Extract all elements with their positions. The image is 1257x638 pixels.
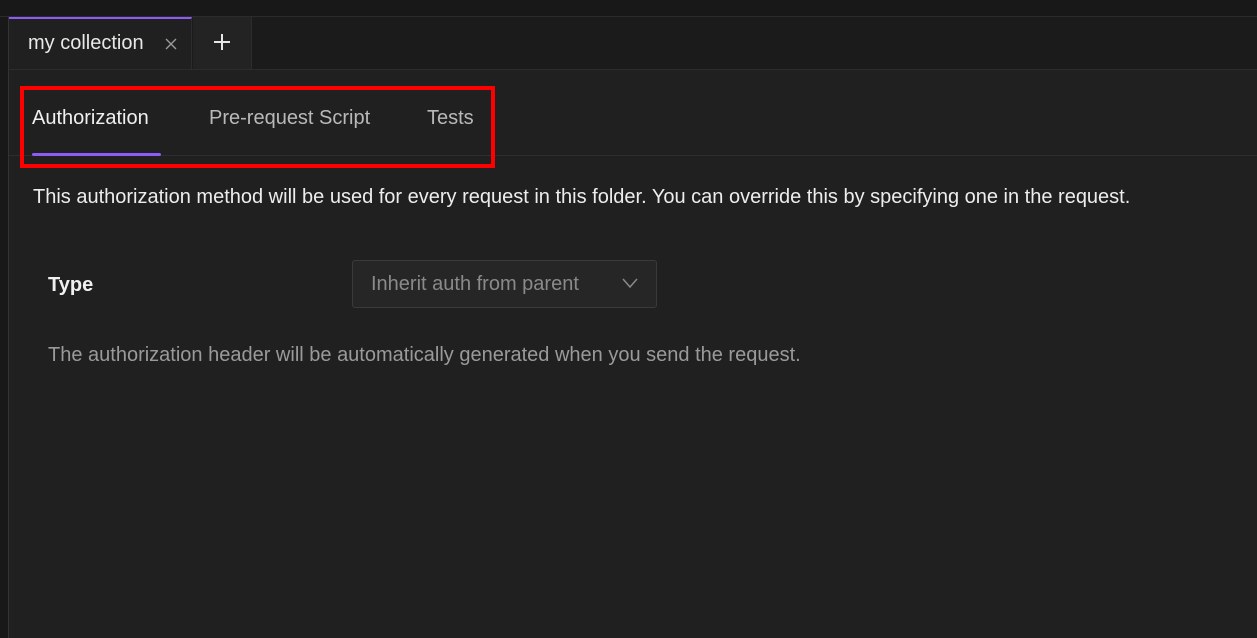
close-icon[interactable] [163,36,179,52]
app-window: my collection Authorization Pre-request … [0,0,1257,638]
auth-type-value: Inherit auth from parent [371,273,579,295]
settings-tabs: Authorization Pre-request Script Tests [9,70,1257,156]
chevron-down-icon [622,278,638,289]
tab-tests[interactable]: Tests [427,107,474,130]
new-tab-button[interactable] [193,17,252,69]
auth-info-text: This authorization method will be used f… [33,186,1131,208]
tab-label: my collection [28,32,144,54]
type-label: Type [48,274,94,296]
tab-my-collection[interactable]: my collection [9,17,192,69]
auth-hint-text: The authorization header will be automat… [48,344,801,366]
tab-pre-request-script[interactable]: Pre-request Script [209,107,370,130]
collection-settings-panel: Authorization Pre-request Script Tests T… [9,70,1257,638]
plus-icon [214,34,230,50]
tab-authorization[interactable]: Authorization [32,107,149,130]
active-tab-indicator [32,153,161,156]
tab-strip: my collection [9,17,1257,70]
auth-type-select[interactable]: Inherit auth from parent [352,260,657,308]
